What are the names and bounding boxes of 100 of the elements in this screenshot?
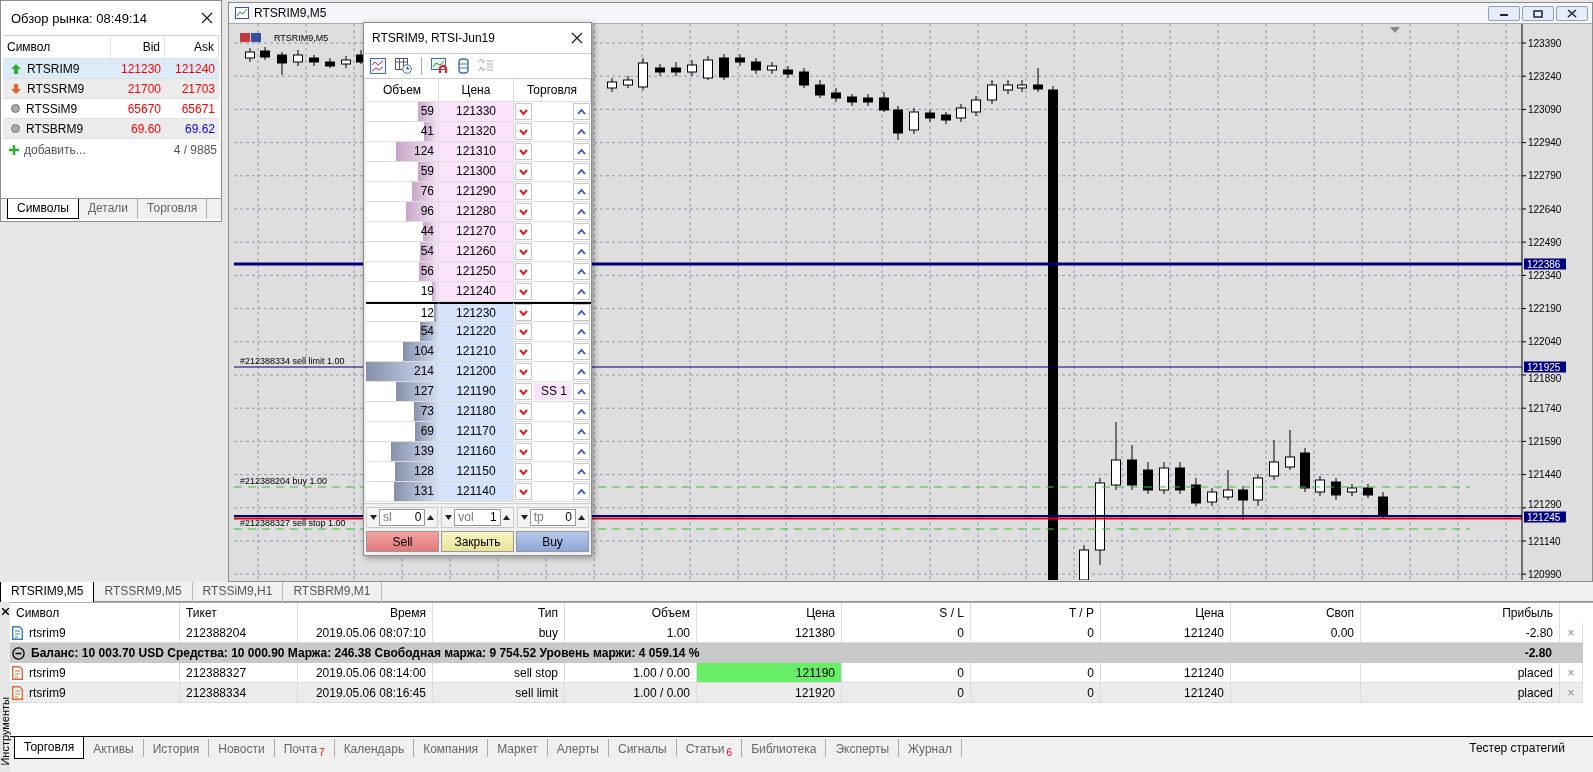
toolbox-tab[interactable]: Маркет — [488, 739, 548, 757]
buy-button[interactable] — [573, 323, 590, 340]
candle — [863, 93, 873, 107]
toolbox-tab[interactable]: Эксперты — [826, 739, 900, 757]
candle — [1223, 469, 1233, 501]
buy-button[interactable] — [573, 103, 590, 120]
sell-button[interactable] — [515, 123, 532, 140]
toolbox-tab[interactable]: Библиотека — [742, 739, 827, 757]
sell-button[interactable]: Sell — [366, 531, 439, 552]
buy-button[interactable] — [573, 483, 590, 500]
sell-button[interactable] — [515, 283, 532, 300]
strategy-tester-tab[interactable]: Тестер стратегий — [1469, 737, 1593, 759]
buy-button[interactable] — [573, 243, 590, 260]
buy-button[interactable] — [573, 304, 590, 321]
buy-button[interactable]: Buy — [516, 531, 589, 552]
sell-button[interactable] — [515, 183, 532, 200]
sell-button[interactable] — [515, 304, 532, 321]
chart-icon[interactable] — [370, 58, 386, 74]
add-symbol-link[interactable]: добавить... — [24, 143, 86, 157]
candle — [1175, 461, 1185, 495]
sell-button[interactable] — [515, 343, 532, 360]
decrease-icon[interactable] — [370, 515, 377, 520]
chart-tab[interactable]: RTSRIM9,M5 — [0, 582, 95, 604]
chart-magnet-icon[interactable] — [431, 58, 449, 74]
buy-button[interactable] — [573, 363, 590, 380]
sell-button[interactable] — [515, 143, 532, 160]
sell-button[interactable] — [515, 243, 532, 260]
toolbox-tab[interactable]: Статьи $_{6}$ — [676, 739, 743, 757]
sell-button[interactable] — [515, 163, 532, 180]
cylinder-icon[interactable] — [458, 58, 469, 74]
buy-button[interactable] — [573, 343, 590, 360]
spinner-field[interactable]: sl 0 — [379, 509, 426, 526]
close-icon[interactable] — [201, 12, 213, 24]
sell-button[interactable] — [515, 363, 532, 380]
toolbox-tab[interactable]: История — [143, 739, 210, 757]
panel-tab[interactable]: Торговля — [138, 199, 208, 219]
toolbox-tab[interactable]: Журнал — [899, 739, 962, 757]
column-header[interactable]: Объем — [565, 603, 697, 623]
panel-tab[interactable]: Детали — [78, 199, 139, 219]
close-button[interactable]: Закрыть — [441, 531, 514, 552]
toolbox-tab[interactable]: Торговля — [14, 737, 85, 759]
buy-button[interactable] — [573, 223, 590, 240]
buy-button[interactable] — [573, 443, 590, 460]
toolbox-tab[interactable]: Активы — [84, 739, 144, 757]
buy-button[interactable] — [573, 203, 590, 220]
column-header[interactable]: T / P — [971, 603, 1101, 623]
column-header[interactable]: Символ — [10, 603, 180, 623]
sell-button[interactable] — [515, 463, 532, 480]
chart-shift-icon[interactable] — [1390, 27, 1400, 33]
restore-button[interactable] — [1522, 5, 1554, 21]
buy-button[interactable] — [573, 263, 590, 280]
column-header[interactable]: Цена — [697, 603, 842, 623]
toolbox-tab[interactable]: Почта $_{7}$ — [274, 739, 335, 757]
close-icon[interactable] — [1, 608, 9, 615]
close-button[interactable] — [1556, 5, 1588, 21]
column-header[interactable]: Тикет — [180, 603, 298, 623]
sell-button[interactable] — [515, 203, 532, 220]
buy-button[interactable] — [573, 283, 590, 300]
spinner-field[interactable]: tp 0 — [529, 509, 576, 526]
column-header[interactable]: Цена — [1101, 603, 1231, 623]
spinner-field[interactable]: vol 1 — [454, 509, 501, 526]
decrease-icon[interactable] — [520, 515, 528, 520]
close-icon[interactable] — [571, 32, 583, 44]
toolbox-tab[interactable]: Компания — [414, 739, 489, 757]
column-header[interactable]: S / L — [842, 603, 971, 623]
toolbox-tab[interactable]: Алерты — [547, 739, 609, 757]
increase-icon[interactable] — [502, 515, 510, 520]
sell-button[interactable] — [515, 483, 532, 500]
column-header[interactable]: Своп — [1231, 603, 1361, 623]
sell-button[interactable] — [515, 383, 532, 400]
buy-button[interactable] — [573, 183, 590, 200]
column-header[interactable]: Время — [298, 603, 433, 623]
sell-button[interactable] — [515, 223, 532, 240]
buy-button[interactable] — [573, 123, 590, 140]
buy-button[interactable] — [573, 383, 590, 400]
decrease-icon[interactable] — [445, 515, 453, 520]
buy-button[interactable] — [573, 423, 590, 440]
sell-button[interactable] — [515, 423, 532, 440]
minimize-button[interactable] — [1488, 5, 1520, 21]
sell-button[interactable] — [515, 103, 532, 120]
panel-tab[interactable]: Символы — [7, 199, 79, 219]
column-header[interactable]: Прибыль — [1361, 603, 1560, 623]
sell-button[interactable] — [515, 403, 532, 420]
toolbox-tab[interactable]: Сигналы — [609, 739, 677, 757]
symbol-name[interactable]: RTSSiM9 — [26, 98, 78, 119]
sell-button[interactable] — [515, 263, 532, 280]
column-header[interactable]: Тип — [433, 603, 565, 623]
toolbox-tab[interactable]: Календарь — [334, 739, 415, 757]
buy-button[interactable] — [573, 403, 590, 420]
buy-button[interactable] — [573, 163, 590, 180]
order-label[interactable]: SS 1 — [534, 383, 571, 400]
buy-button[interactable] — [573, 143, 590, 160]
collapse-icon[interactable] — [12, 646, 25, 660]
toolbox-tab[interactable]: Новости — [209, 739, 275, 757]
increase-icon[interactable] — [578, 515, 585, 520]
increase-icon[interactable] — [427, 515, 435, 520]
buy-button[interactable] — [573, 463, 590, 480]
sell-button[interactable] — [515, 323, 532, 340]
sell-button[interactable] — [515, 443, 532, 460]
table-clock-icon[interactable] — [395, 58, 412, 74]
